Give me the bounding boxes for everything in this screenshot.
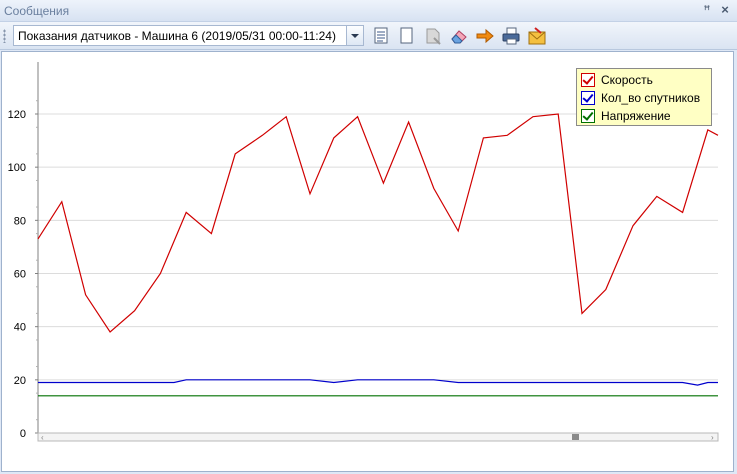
y-tick-label: 120 <box>8 109 26 121</box>
export-icon[interactable] <box>527 27 547 45</box>
report-select-value: Показания датчиков - Машина 6 (2019/05/3… <box>18 29 336 43</box>
window-titlebar: Сообщения ꟸ × <box>0 0 737 22</box>
scroll-right-icon: › <box>711 433 714 442</box>
arrow-right-icon[interactable] <box>475 27 495 45</box>
blank-page-icon[interactable] <box>397 27 417 45</box>
window-title: Сообщения <box>4 4 70 18</box>
legend-label: Скорость <box>601 73 653 87</box>
messages-window: Сообщения ꟸ × Показания датчиков - Машин… <box>0 0 737 474</box>
pin-icon[interactable]: ꟸ <box>700 3 714 17</box>
y-tick-label: 40 <box>14 322 26 334</box>
chart-panel: 0 20 40 60 80 100 120 ‹ › Скорость Кол_во спутни… <box>1 51 734 472</box>
series-line-2 <box>38 379 718 386</box>
print-icon[interactable] <box>501 27 521 45</box>
legend-item-satellites[interactable]: Кол_во спутников <box>581 89 700 107</box>
legend-label: Кол_во спутников <box>601 91 701 105</box>
tag-icon[interactable] <box>423 27 443 45</box>
checkbox-icon[interactable] <box>581 109 595 123</box>
eraser-icon[interactable] <box>449 27 469 45</box>
legend-label: Напряжение <box>601 109 671 123</box>
y-tick-label: 80 <box>14 215 26 227</box>
close-icon[interactable]: × <box>718 3 732 17</box>
series-line-1 <box>37 113 719 333</box>
chevron-down-icon[interactable] <box>346 26 363 45</box>
toolbar: Показания датчиков - Машина 6 (2019/05/3… <box>0 22 737 50</box>
chart-legend: Скорость Кол_во спутников Напряжение <box>576 68 712 126</box>
scroll-left-icon: ‹ <box>41 433 44 442</box>
report-select[interactable]: Показания датчиков - Машина 6 (2019/05/3… <box>13 25 364 46</box>
toolbar-grip[interactable] <box>3 29 6 43</box>
y-tick-label: 100 <box>8 162 26 174</box>
horizontal-scrollbar <box>37 432 719 442</box>
legend-item-speed[interactable]: Скорость <box>581 71 653 89</box>
legend-item-voltage[interactable]: Напряжение <box>581 107 671 125</box>
checkbox-icon[interactable] <box>581 73 595 87</box>
report-list-icon[interactable] <box>371 27 391 45</box>
checkbox-icon[interactable] <box>581 91 595 105</box>
scrollbar-thumb <box>572 434 579 440</box>
y-tick-label: 60 <box>14 269 26 281</box>
y-tick-label: 0 <box>20 428 26 440</box>
y-tick-label: 20 <box>14 375 26 387</box>
